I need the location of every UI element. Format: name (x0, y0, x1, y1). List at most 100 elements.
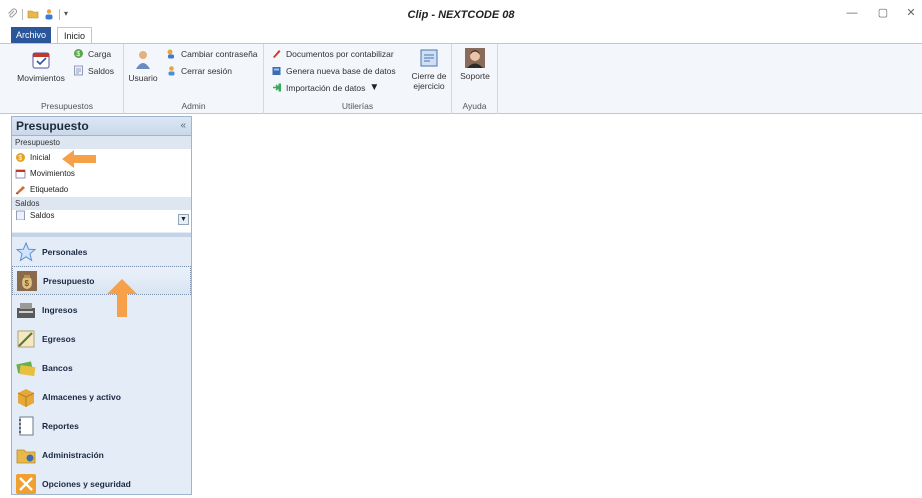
tree-scroll-down-button[interactable]: ▼ (178, 214, 189, 225)
money-bag-icon: $ (16, 270, 38, 292)
cierre-line1: Cierre de (411, 71, 447, 81)
tree-item-inicial[interactable]: $ Inicial (12, 149, 191, 165)
nav-button-personales[interactable]: Personales (12, 237, 191, 266)
nav-tree: Presupuesto $ Inicial Movimientos Etique… (12, 136, 191, 232)
cerrar-sesion-button[interactable]: Cerrar sesión (166, 65, 232, 76)
nav-button-label: Ingresos (42, 304, 78, 315)
window-title: Clip - NEXTCODE 08 (407, 9, 515, 21)
cierre-ejercicio-button[interactable]: Cierre de ejercicio (409, 47, 449, 91)
group-label-admin: Admin (181, 101, 206, 111)
coins-icon: $ (15, 152, 26, 163)
soporte-label: Soporte (460, 71, 490, 81)
group-label-utilerias: Utilerías (341, 101, 374, 111)
support-person-icon (464, 47, 486, 69)
logout-icon (166, 65, 177, 76)
usuario-button[interactable]: Usuario (126, 49, 160, 83)
tab-archivo[interactable]: Archivo (11, 27, 52, 44)
svg-text:$: $ (25, 279, 30, 288)
svg-text:$: $ (76, 51, 80, 58)
tree-item-movimientos[interactable]: Movimientos (12, 165, 191, 181)
title-bar: ▾ Clip - NEXTCODE 08 — ▢ ✕ (0, 0, 922, 27)
cash-register-icon (15, 299, 37, 321)
group-ayuda: Soporte Ayuda (452, 44, 498, 114)
ledger-icon (418, 47, 440, 69)
restore-button[interactable]: ▢ (876, 6, 890, 20)
cambiar-contrasena-button[interactable]: Cambiar contraseña (166, 48, 258, 59)
ribbon: Movimientos $ Carga Saldos Presupuestos … (0, 44, 922, 114)
importacion-label: Importación de datos (286, 82, 366, 93)
svg-text:$: $ (18, 155, 22, 162)
tree-item-etiquetado[interactable]: Etiquetado (12, 181, 191, 197)
nav-button-label: Reportes (42, 420, 79, 431)
nav-button-label: Almacenes y activo (42, 391, 121, 402)
pen-paper-icon (15, 328, 37, 350)
nav-button-egresos[interactable]: Egresos (12, 324, 191, 353)
genera-label: Genera nueva base de datos (286, 65, 396, 76)
tree-category-presupuesto: Presupuesto (12, 136, 191, 149)
tools-icon (15, 473, 37, 495)
bank-money-icon (15, 357, 37, 379)
tree-item-saldos[interactable]: Saldos (12, 210, 191, 220)
dropdown-arrow-icon: ▼ (369, 82, 380, 93)
document-icon (15, 210, 26, 220)
nav-button-label: Opciones y seguridad (42, 478, 131, 489)
tree-item-label: Saldos (30, 210, 55, 220)
money-icon: $ (73, 48, 84, 59)
nav-button-almacenes[interactable]: Almacenes y activo (12, 382, 191, 411)
carga-label: Carga (88, 48, 112, 59)
movimientos-button[interactable]: Movimientos (13, 49, 69, 83)
tree-category-saldos: Saldos (12, 197, 191, 210)
admin-folder-icon (15, 444, 37, 466)
nav-button-label: Bancos (42, 362, 73, 373)
group-label-ayuda: Ayuda (462, 101, 487, 111)
group-label-presupuestos: Presupuestos (41, 101, 93, 111)
cambiar-label: Cambiar contraseña (181, 48, 258, 59)
import-icon (271, 82, 282, 93)
usuario-label: Usuario (128, 73, 158, 83)
user-icon (132, 49, 154, 71)
saldos-button[interactable]: Saldos (73, 65, 114, 76)
nav-header-title: Presupuesto (16, 119, 89, 133)
ribbon-tabs: Archivo Inicio (0, 27, 922, 44)
minimize-button[interactable]: — (845, 6, 859, 20)
calendar-icon (15, 168, 26, 179)
calendar-icon (30, 49, 52, 71)
nav-button-label: Personales (42, 246, 88, 257)
group-admin: Usuario Cambiar contraseña Cerrar sesión… (124, 44, 264, 114)
nav-button-administracion[interactable]: Administración (12, 440, 191, 469)
tree-item-label: Inicial (30, 152, 51, 162)
nav-button-ingresos[interactable]: Ingresos (12, 295, 191, 324)
nav-button-label: Presupuesto (43, 275, 95, 286)
navigation-pane: Presupuesto « Presupuesto $ Inicial Movi… (11, 116, 192, 495)
cerrar-label: Cerrar sesión (181, 65, 233, 76)
document-icon (73, 65, 84, 76)
nav-button-reportes[interactable]: Reportes (12, 411, 191, 440)
up-arrow-annotation (107, 279, 137, 317)
importacion-button[interactable]: Importación de datos ▼ (271, 82, 379, 93)
nav-button-label: Administración (42, 449, 104, 460)
nav-button-bancos[interactable]: Bancos (12, 353, 191, 382)
nav-button-opciones[interactable]: Opciones y seguridad (12, 469, 191, 498)
documentos-label: Documentos por contabilizar (286, 48, 394, 59)
tab-inicio[interactable]: Inicio (57, 27, 93, 44)
database-icon (271, 65, 282, 76)
tag-icon (15, 184, 26, 195)
left-arrow-annotation (62, 150, 96, 168)
soporte-button[interactable]: Soporte (455, 47, 495, 81)
nav-header: Presupuesto « (12, 117, 191, 136)
box-icon (15, 386, 37, 408)
carga-button[interactable]: $ Carga (73, 48, 111, 59)
close-button[interactable]: ✕ (904, 6, 918, 20)
nav-buttons: Personales $ Presupuesto Ingresos Egreso… (12, 237, 191, 498)
group-presupuestos: Movimientos $ Carga Saldos Presupuestos (11, 44, 124, 114)
tree-item-label: Etiquetado (30, 184, 69, 194)
group-utilerias: Documentos por contabilizar Genera nueva… (264, 44, 452, 114)
documentos-button[interactable]: Documentos por contabilizar (271, 48, 394, 59)
key-user-icon (166, 48, 177, 59)
genera-base-button[interactable]: Genera nueva base de datos (271, 65, 396, 76)
star-icon (15, 241, 37, 263)
pen-icon (271, 48, 282, 59)
collapse-pane-button[interactable]: « (180, 120, 186, 131)
nav-button-presupuesto[interactable]: $ Presupuesto (12, 266, 191, 295)
cierre-line2: ejercicio (413, 81, 445, 91)
